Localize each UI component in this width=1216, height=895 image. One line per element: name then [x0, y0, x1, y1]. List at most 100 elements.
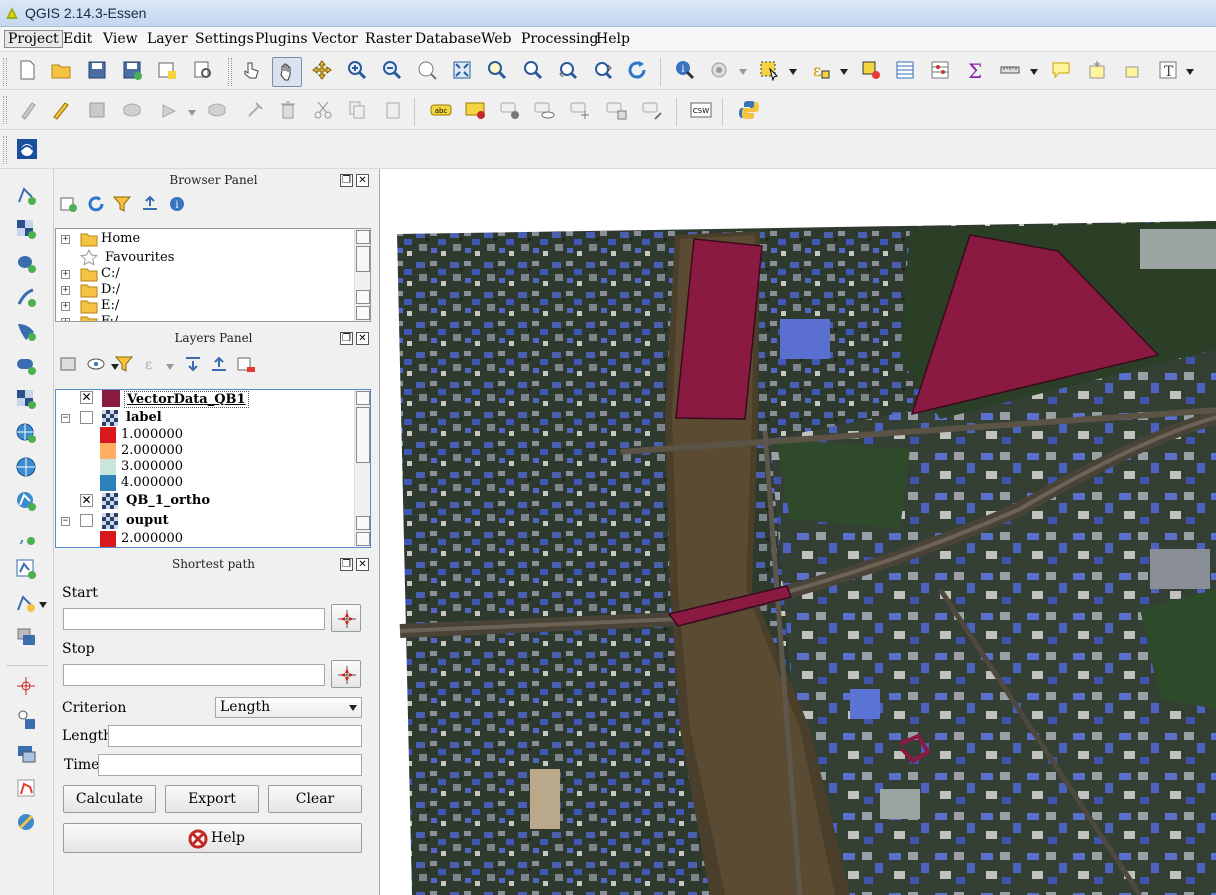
filter-legend-icon[interactable] [113, 353, 135, 375]
new-print-composer-icon[interactable] [154, 57, 180, 83]
layer-visibility-checkbox[interactable]: ✕ [80, 494, 93, 507]
add-group-icon[interactable] [58, 353, 80, 375]
georeferencer-icon[interactable] [13, 707, 39, 733]
browser-item-c-drive[interactable]: + C:/ [56, 266, 356, 282]
paste-features-icon[interactable] [380, 97, 406, 123]
capture-coordinate-icon[interactable] [13, 673, 39, 699]
node-tool-icon[interactable] [204, 97, 230, 123]
filter-by-expression-icon[interactable]: ε [141, 353, 163, 375]
close-panel-icon[interactable]: ✕ [356, 558, 369, 571]
chevron-down-icon[interactable] [166, 364, 174, 370]
show-hide-labels-icon[interactable] [532, 97, 558, 123]
zoom-out-icon[interactable] [379, 57, 405, 83]
browser-item-e-drive[interactable]: + E:/ [56, 298, 356, 314]
menu-raster[interactable]: Raster [365, 31, 412, 47]
select-features-icon[interactable] [756, 57, 782, 83]
new-bookmark-icon[interactable] [1084, 57, 1110, 83]
menu-edit[interactable]: Edit [63, 31, 92, 47]
deselect-features-icon[interactable] [858, 57, 884, 83]
heatmap-icon[interactable] [13, 741, 39, 767]
layer-vectordata-qb1[interactable]: ✕ VectorData_QB1 [56, 390, 355, 408]
csw-icon[interactable]: CSW [688, 97, 714, 123]
run-action-icon[interactable] [706, 57, 732, 83]
toolbar-grip[interactable] [3, 136, 7, 164]
manage-visibility-icon[interactable] [86, 353, 108, 375]
chevron-down-icon[interactable] [188, 110, 196, 116]
filter-browser-icon[interactable] [111, 193, 133, 215]
add-spatialite-layer-icon[interactable] [13, 284, 39, 310]
chevron-down-icon[interactable] [840, 69, 848, 75]
add-mssql-layer-icon[interactable] [13, 318, 39, 344]
add-virtual-layer-icon[interactable] [13, 556, 39, 582]
add-raster-layer-icon[interactable] [13, 216, 39, 242]
add-wfs-layer-icon[interactable] [13, 488, 39, 514]
zoom-next-icon[interactable] [590, 57, 616, 83]
collapse-all-icon[interactable] [139, 193, 161, 215]
float-panel-icon[interactable]: ❐ [340, 332, 353, 345]
toggle-editing-icon[interactable] [48, 97, 74, 123]
pan-to-selection-icon[interactable] [309, 57, 335, 83]
identify-features-icon[interactable]: i [672, 57, 698, 83]
pick-stop-point-button[interactable] [331, 660, 361, 688]
python-console-icon[interactable] [736, 97, 762, 123]
openlayers-plugin-icon[interactable] [14, 136, 40, 162]
layers-scrollbar[interactable] [354, 390, 370, 547]
expand-all-icon[interactable] [182, 353, 204, 375]
copy-features-icon[interactable] [344, 97, 370, 123]
menu-processing[interactable]: Processing [521, 31, 599, 47]
add-wms-layer-icon[interactable] [13, 420, 39, 446]
new-gps-layer-icon[interactable] [13, 624, 39, 650]
show-bookmarks-icon[interactable] [1119, 57, 1145, 83]
toolbar-grip[interactable] [3, 58, 7, 86]
new-shapefile-layer-icon[interactable] [13, 590, 39, 616]
move-feature-icon[interactable] [156, 97, 182, 123]
pin-labels-icon[interactable] [498, 97, 524, 123]
add-delimited-text-layer-icon[interactable]: , [13, 522, 39, 548]
menu-project[interactable]: Project [4, 30, 63, 48]
change-label-icon[interactable] [640, 97, 666, 123]
add-oracle-layer-icon[interactable] [13, 352, 39, 378]
remove-layer-icon[interactable] [235, 353, 257, 375]
spatial-query-icon[interactable] [13, 809, 39, 835]
expand-icon[interactable]: + [61, 235, 70, 244]
float-panel-icon[interactable]: ❐ [340, 558, 353, 571]
calculate-button[interactable]: Calculate [63, 785, 156, 813]
start-field[interactable] [63, 608, 325, 630]
browser-scrollbar[interactable] [354, 229, 370, 321]
browser-item-d-drive[interactable]: + D:/ [56, 282, 356, 298]
composer-manager-icon[interactable] [190, 57, 216, 83]
chevron-down-icon[interactable] [39, 602, 47, 608]
save-project-icon[interactable] [84, 57, 110, 83]
layer-diagram-icon[interactable] [463, 97, 489, 123]
scroll-down-icon[interactable] [356, 516, 370, 530]
close-panel-icon[interactable]: ✕ [356, 332, 369, 345]
toolbar-grip[interactable] [228, 58, 232, 86]
select-by-expression-icon[interactable]: ε [808, 57, 834, 83]
cut-features-icon[interactable] [310, 97, 336, 123]
trash-icon[interactable] [275, 97, 301, 123]
move-label-icon[interactable] [568, 97, 594, 123]
zoom-in-icon[interactable] [344, 57, 370, 83]
scroll-up-icon[interactable] [356, 230, 370, 244]
chevron-down-icon[interactable] [789, 69, 797, 75]
measure-line-icon[interactable] [997, 57, 1023, 83]
collapse-icon[interactable]: − [61, 414, 70, 423]
layer-qb-1-ortho[interactable]: ✕ QB_1_ortho [56, 493, 355, 509]
add-vector-layer-icon[interactable] [13, 182, 39, 208]
layer-labeling-icon[interactable]: abc [428, 97, 454, 123]
delete-selected-icon[interactable] [242, 97, 268, 123]
expand-icon[interactable]: + [61, 318, 70, 321]
menu-layer[interactable]: Layer [147, 31, 188, 47]
float-panel-icon[interactable]: ❐ [340, 174, 353, 187]
zoom-to-layer-icon[interactable] [520, 57, 546, 83]
zoom-full-icon[interactable] [449, 57, 475, 83]
clear-button[interactable]: Clear [268, 785, 362, 813]
collapse-all-layers-icon[interactable] [208, 353, 230, 375]
browser-item-favourites[interactable]: Favourites [56, 249, 356, 266]
field-calculator-icon[interactable] [927, 57, 953, 83]
close-panel-icon[interactable]: ✕ [356, 174, 369, 187]
browser-item-home[interactable]: + Home [56, 231, 356, 247]
menu-plugins[interactable]: Plugins [255, 31, 308, 47]
help-button[interactable]: Help [63, 823, 362, 853]
pick-start-point-button[interactable] [331, 604, 361, 632]
